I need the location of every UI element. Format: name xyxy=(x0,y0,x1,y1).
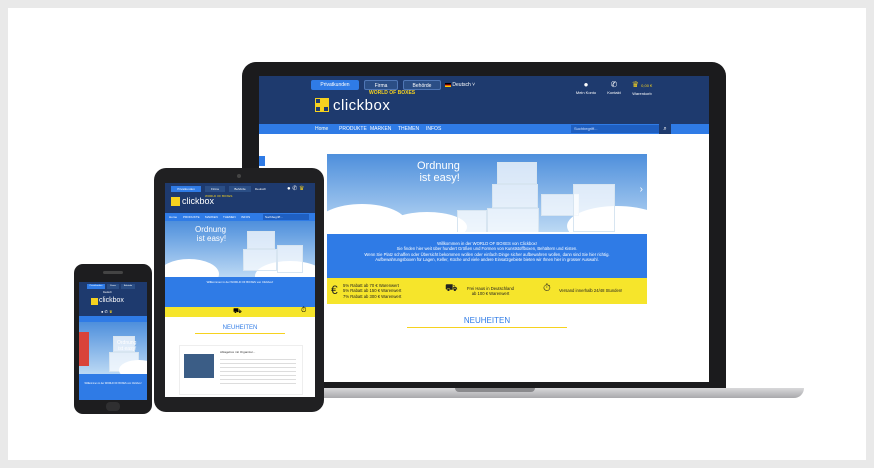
phone-language[interactable]: Deutsch xyxy=(103,291,112,294)
truck-icon: ⛟ xyxy=(445,283,458,294)
behoerde-button[interactable]: Behörde xyxy=(403,80,441,90)
phone-welcome-text: Willkommen in der WORLD OF BOXES von Cli… xyxy=(84,382,142,385)
hero-banner: Ordnung ist easy! › xyxy=(327,154,647,232)
delivery-info: Versand innerhalb 24/48 Stunden! xyxy=(559,288,623,293)
tablet-hero-line-1: Ordnung xyxy=(195,225,227,234)
nav-produkte[interactable]: PRODUKTE xyxy=(339,124,367,134)
tablet-product-title: Ablagebox mit Organizer... xyxy=(220,350,256,354)
chevron-down-icon: ˅ xyxy=(472,82,476,88)
tablet-product-card[interactable]: Ablagebox mit Organizer... xyxy=(179,345,303,395)
logo-tagline: WORLD OF BOXES xyxy=(369,90,416,96)
tablet-camera xyxy=(237,174,241,178)
shipping-info: Frei Haus in Deutschland ab 100 € Warenw… xyxy=(467,286,514,297)
welcome-text: Willkommen in der WORLD OF BOXES von Cli… xyxy=(327,234,647,278)
tablet-truck-icon: ⛟ xyxy=(233,308,242,315)
phone-hero-title: Ordnung ist easy! xyxy=(117,340,136,352)
cart-icon: ♛ 0,00 € xyxy=(631,80,653,89)
tablet-nav-themen[interactable]: THEMEN xyxy=(223,215,236,219)
euro-icon: € xyxy=(331,283,338,297)
firma-button[interactable]: Firma xyxy=(364,80,398,90)
phone-hero-line-2: ist easy! xyxy=(118,346,137,352)
tablet-tool-icons[interactable]: ● ✆ ♛ xyxy=(287,185,304,192)
laptop-screen: Privatkunden Firma Behörde Deutsch ˅ ● M… xyxy=(259,76,709,382)
tablet-welcome-title: Willkommen in der WORLD OF BOXES von Cli… xyxy=(206,280,274,284)
language-select[interactable]: Deutsch ˅ xyxy=(445,80,475,90)
header-bar: Privatkunden Firma Behörde Deutsch ˅ ● M… xyxy=(259,76,709,124)
discount-list: 5% Rabatt ab 70 € Warenwert 5% Rabatt ab… xyxy=(343,283,401,299)
nav-marken[interactable]: MARKEN xyxy=(370,124,391,134)
tablet-screen: Privatkunden Firma Behörde Deutsch ● ✆ ♛… xyxy=(165,183,315,397)
cart-link[interactable]: ♛ 0,00 € Warenkorb xyxy=(627,80,657,96)
tablet-usp-bar: ⛟ ⏱ xyxy=(165,307,315,317)
tablet-welcome: Willkommen in der WORLD OF BOXES von Cli… xyxy=(165,277,315,307)
phone-behoerde-button[interactable]: Behörde xyxy=(121,284,135,289)
phone-header: Privatkunden Firma Behörde Deutsch click… xyxy=(79,282,147,316)
phone-logo-text[interactable]: clickbox xyxy=(99,297,124,304)
account-label: Mein Konto xyxy=(575,90,597,95)
tablet-hero-title: Ordnung ist easy! xyxy=(195,225,226,243)
phone-firma-button[interactable]: Firma xyxy=(107,284,119,289)
phone-speaker xyxy=(103,271,123,274)
discount-line-3: 7% Rabatt ab 300 € Warenwert xyxy=(343,293,402,299)
tablet-nav: Home PRODUKTE MARKEN THEMEN INFOS Suchbe… xyxy=(165,213,315,221)
phone-tool-icons[interactable]: ● ✆ ♛ xyxy=(101,309,113,314)
tablet-language[interactable]: Deutsch xyxy=(255,187,266,191)
nav-home[interactable]: Home xyxy=(315,124,328,134)
tablet-product-text xyxy=(220,356,296,386)
hero-title: Ordnung ist easy! xyxy=(417,160,460,184)
phone-icon: ✆ xyxy=(610,80,618,89)
neuheiten-heading: NEUHEITEN xyxy=(463,316,511,325)
usp-bar: € 5% Rabatt ab 70 € Warenwert 5% Rabatt … xyxy=(327,278,647,304)
nav-infos[interactable]: INFOS xyxy=(426,124,441,134)
hero-line-1: Ordnung xyxy=(417,160,460,172)
cart-label: Warenkorb xyxy=(632,91,652,96)
welcome-line-4: Aufbewahrungsboxen für Lagen, Keller, Kü… xyxy=(375,257,599,263)
account-link[interactable]: ● Mein Konto xyxy=(571,80,601,95)
language-label: Deutsch xyxy=(452,82,471,88)
search-input[interactable]: Suchbegriff... xyxy=(571,125,659,133)
tablet-nav-marken[interactable]: MARKEN xyxy=(205,215,218,219)
nav-themen[interactable]: THEMEN xyxy=(398,124,419,134)
tablet-nav-infos[interactable]: INFOS xyxy=(241,215,250,219)
de-flag-icon xyxy=(445,82,451,87)
tablet-search-input[interactable]: Suchbegriff... xyxy=(263,214,309,220)
phone-side-tab[interactable] xyxy=(79,332,89,366)
tablet-stopwatch-icon: ⏱ xyxy=(301,307,307,314)
side-tab[interactable] xyxy=(259,156,265,166)
shipping-line-2: ab 100 € Warenwert xyxy=(471,291,510,297)
main-nav: Home PRODUKTE MARKEN THEMEN INFOS Suchbe… xyxy=(259,124,709,134)
logo-mark-icon xyxy=(315,98,329,112)
chevron-right-icon[interactable]: › xyxy=(640,184,643,195)
user-icon: ● xyxy=(583,80,589,89)
contact-label: Kontakt xyxy=(607,90,621,95)
phone-privatkunden-button[interactable]: Privatkunden xyxy=(87,284,105,289)
tablet-neuheiten-heading: NEUHEITEN xyxy=(222,325,258,331)
tablet-nav-home[interactable]: Home xyxy=(169,215,177,219)
tablet-logo-tagline: WORLD OF BOXES xyxy=(205,194,233,198)
hero-line-2: ist easy! xyxy=(419,172,460,184)
cart-amount: 0,00 € xyxy=(641,83,653,88)
tablet-nav-produkte[interactable]: PRODUKTE xyxy=(183,215,200,219)
contact-link[interactable]: ✆ Kontakt xyxy=(599,80,629,95)
phone-screen: Privatkunden Firma Behörde Deutsch click… xyxy=(79,282,147,400)
phone-welcome: Willkommen in der WORLD OF BOXES von Cli… xyxy=(79,374,147,400)
phone-hero: Ordnung ist easy! xyxy=(79,322,147,374)
tablet-logo-icon xyxy=(171,197,180,206)
phone-home-button[interactable] xyxy=(106,402,120,411)
search-icon[interactable]: ⌕ xyxy=(659,124,671,134)
tablet-hero-line-2: ist easy! xyxy=(196,234,227,243)
tablet-behoerde-button[interactable]: Behörde xyxy=(229,186,251,192)
phone-logo-icon xyxy=(91,298,98,305)
tablet-neuheiten-underline xyxy=(195,333,285,334)
tablet-hero: Ordnung ist easy! xyxy=(165,221,315,277)
privatkunden-button[interactable]: Privatkunden xyxy=(311,80,359,90)
tablet-firma-button[interactable]: Firma xyxy=(205,186,225,192)
tablet-header: Privatkunden Firma Behörde Deutsch ● ✆ ♛… xyxy=(165,183,315,213)
neuheiten-underline xyxy=(407,327,567,328)
logo-text: clickbox xyxy=(333,97,391,114)
laptop-notch xyxy=(455,388,535,392)
stopwatch-icon: ⏱ xyxy=(543,283,551,294)
tablet-product-image xyxy=(184,354,214,378)
tablet-privatkunden-button[interactable]: Privatkunden xyxy=(171,186,201,192)
